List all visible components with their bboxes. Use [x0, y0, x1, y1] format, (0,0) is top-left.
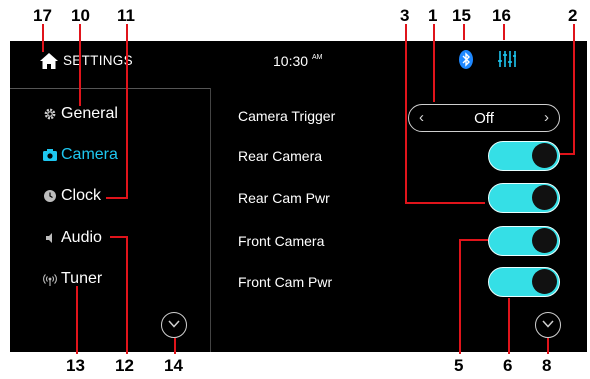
rear-camera-label: Rear Camera — [238, 148, 323, 164]
home-icon[interactable] — [40, 53, 58, 69]
callout-number: 15 — [452, 6, 471, 25]
callout-number: 13 — [66, 356, 85, 375]
sidebar-item-audio[interactable]: Audio — [10, 218, 210, 258]
camera-trigger-selector[interactable]: ‹ Off › — [408, 104, 560, 132]
front-camera-toggle[interactable] — [488, 226, 560, 256]
callout-line-6 — [508, 298, 510, 354]
toggle-knob — [532, 143, 557, 168]
next-option-button[interactable]: › — [544, 109, 549, 126]
callout-line-15 — [463, 24, 465, 40]
callout-line-5 — [459, 239, 461, 354]
callout-line-12b — [110, 236, 127, 238]
sidebar-item-general[interactable]: General — [10, 94, 210, 134]
callout-number: 5 — [454, 356, 464, 375]
sidebar-border — [210, 88, 211, 352]
sidebar-item-tuner[interactable]: Tuner — [10, 259, 210, 299]
sidebar-item-label: Audio — [61, 229, 102, 246]
clock-display: 10:30 AM — [273, 53, 322, 69]
callout-number: 17 — [33, 6, 52, 25]
sidebar-item-label: Camera — [61, 146, 118, 163]
head-unit-screen: SETTINGS 10:30 AM General Camera Clock A… — [10, 41, 587, 352]
callout-number: 10 — [71, 6, 90, 25]
equalizer-icon[interactable] — [498, 50, 516, 68]
toggle-knob — [532, 269, 557, 294]
toggle-knob — [532, 185, 557, 210]
callout-line-16 — [503, 24, 505, 40]
front-camera-label: Front Camera — [238, 233, 325, 249]
callout-line-11 — [126, 24, 128, 199]
sidebar-divider — [10, 88, 210, 89]
clock-icon — [44, 190, 56, 202]
rear-cam-pwr-toggle[interactable] — [488, 183, 560, 213]
callout-line-10 — [79, 24, 81, 106]
camera-trigger-label: Camera Trigger — [238, 108, 336, 124]
callout-number: 12 — [115, 356, 134, 375]
camera-icon — [43, 149, 57, 161]
chevron-down-icon — [542, 320, 554, 328]
time-value: 10:30 — [273, 53, 309, 69]
settings-scroll-down-button[interactable] — [535, 312, 561, 338]
callout-number: 6 — [503, 356, 513, 375]
callout-line-11b — [106, 197, 128, 199]
callout-line-17 — [42, 24, 44, 52]
antenna-icon — [43, 274, 57, 286]
sidebar-item-label: General — [61, 105, 118, 122]
page-title: SETTINGS — [63, 53, 133, 68]
callout-line-3b — [405, 202, 485, 204]
sidebar-item-label: Clock — [61, 187, 102, 204]
callout-line-12 — [126, 236, 128, 354]
callout-number: 2 — [568, 6, 578, 25]
bluetooth-icon[interactable] — [459, 50, 473, 69]
callout-line-2b — [560, 153, 575, 155]
gear-icon — [44, 108, 56, 120]
callout-line-5b — [459, 239, 488, 241]
callout-number: 8 — [542, 356, 552, 375]
callout-number: 1 — [428, 6, 438, 25]
sidebar-item-label: Tuner — [61, 270, 103, 287]
camera-trigger-value: Off — [474, 110, 494, 127]
front-cam-pwr-toggle[interactable] — [488, 267, 560, 297]
callout-line-1 — [433, 24, 435, 102]
sidebar-item-clock[interactable]: Clock — [10, 176, 210, 216]
callout-line-3 — [405, 24, 407, 204]
sidebar-item-camera[interactable]: Camera — [10, 135, 210, 175]
sidebar-scroll-down-button[interactable] — [161, 312, 187, 338]
callout-number: 3 — [400, 6, 410, 25]
front-cam-pwr-label: Front Cam Pwr — [238, 274, 333, 290]
chevron-down-icon — [168, 320, 180, 328]
rear-cam-pwr-label: Rear Cam Pwr — [238, 190, 330, 206]
callout-line-8 — [547, 338, 549, 354]
toggle-knob — [532, 228, 557, 253]
callout-number: 14 — [164, 356, 183, 375]
ampm-label: AM — [311, 54, 323, 62]
callout-number: 16 — [492, 6, 511, 25]
rear-camera-toggle[interactable] — [488, 141, 560, 171]
speaker-icon — [46, 233, 52, 243]
callout-line-2 — [573, 24, 575, 155]
callout-number: 11 — [117, 6, 135, 25]
callout-line-14 — [174, 338, 176, 354]
callout-line-13 — [76, 286, 78, 354]
